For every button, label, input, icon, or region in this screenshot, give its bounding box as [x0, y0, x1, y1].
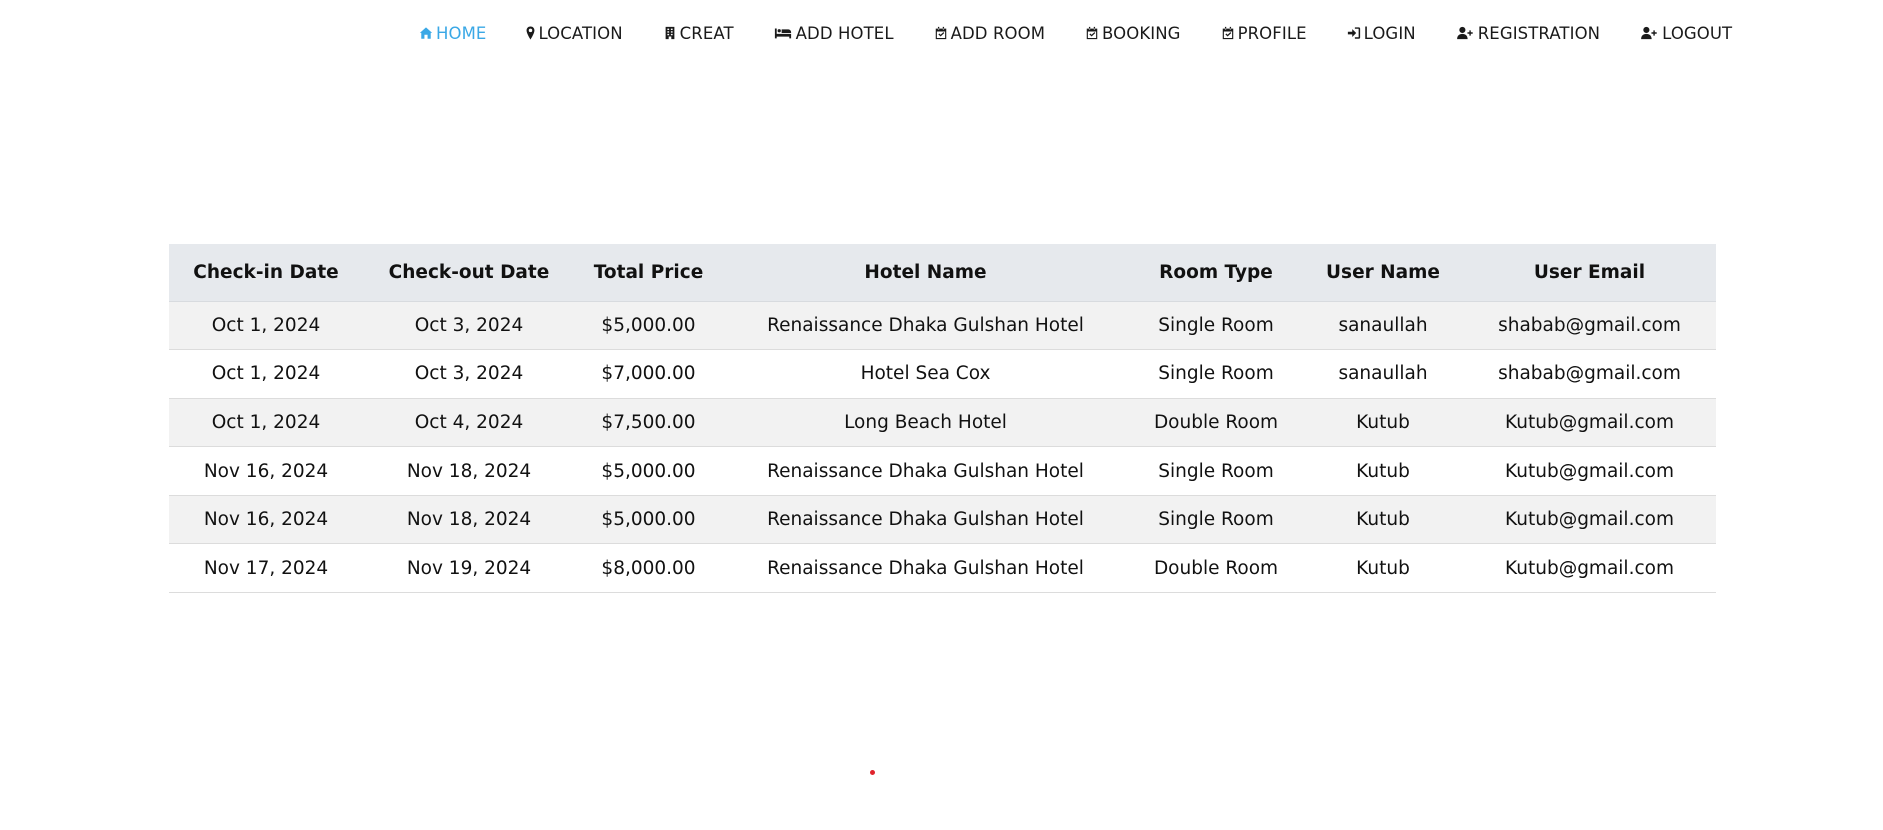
user-plus-icon [1456, 26, 1474, 40]
cell-user-name: Kutub [1303, 446, 1463, 496]
cell-user-email: Kutub@gmail.com [1463, 398, 1716, 448]
cell-check-in-date: Nov 17, 2024 [169, 543, 363, 594]
calendar-check-icon [1221, 26, 1235, 40]
cell-room-type: Single Room [1129, 349, 1303, 399]
table-row: Nov 17, 2024 Nov 19, 2024 $8,000.00 Rena… [169, 543, 1716, 594]
cell-total-price: $5,000.00 [575, 446, 722, 496]
nav-label: LOGIN [1363, 23, 1416, 43]
nav-label: LOGOUT [1662, 23, 1733, 43]
cell-user-email: Kutub@gmail.com [1463, 543, 1716, 594]
calendar-check-icon [1085, 26, 1099, 40]
cell-user-email: Kutub@gmail.com [1463, 495, 1716, 545]
nav-item-booking[interactable]: BOOKING [1085, 24, 1181, 43]
cell-user-name: Kutub [1303, 543, 1463, 594]
cell-check-in-date: Oct 1, 2024 [169, 349, 363, 399]
header-room-type: Room Type [1129, 244, 1303, 302]
nav-item-add-room[interactable]: ADD ROOM [934, 24, 1045, 43]
cell-hotel-name: Renaissance Dhaka Gulshan Hotel [722, 446, 1129, 496]
header-check-out-date: Check-out Date [363, 244, 575, 302]
cell-check-out-date: Oct 3, 2024 [363, 349, 575, 399]
table-row: Nov 16, 2024 Nov 18, 2024 $5,000.00 Rena… [169, 446, 1716, 496]
nav-item-creat[interactable]: CREAT [663, 24, 734, 43]
cell-user-name: Kutub [1303, 398, 1463, 448]
cell-hotel-name: Long Beach Hotel [722, 398, 1129, 448]
nav-label: PROFILE [1237, 23, 1307, 43]
cell-user-name: Kutub [1303, 495, 1463, 545]
nav-item-add-hotel[interactable]: ADD HOTEL [774, 24, 894, 43]
cell-room-type: Double Room [1129, 398, 1303, 448]
nav-label: ADD ROOM [950, 23, 1046, 43]
table-row: Oct 1, 2024 Oct 3, 2024 $7,000.00 Hotel … [169, 349, 1716, 399]
nav-label: BOOKING [1102, 23, 1181, 43]
bed-icon [774, 26, 792, 40]
cell-check-in-date: Nov 16, 2024 [169, 446, 363, 496]
cell-user-name: sanaullah [1303, 301, 1463, 351]
cell-user-email: Kutub@gmail.com [1463, 446, 1716, 496]
cell-room-type: Double Room [1129, 543, 1303, 594]
nav-label: CREAT [679, 23, 734, 43]
cell-hotel-name: Hotel Sea Cox [722, 349, 1129, 399]
map-marker-icon [526, 26, 535, 40]
cell-check-in-date: Nov 16, 2024 [169, 495, 363, 545]
table-header: Check-in Date Check-out Date Total Price… [169, 244, 1716, 302]
cell-user-email: shabab@gmail.com [1463, 349, 1716, 399]
table-body: Oct 1, 2024 Oct 3, 2024 $5,000.00 Renais… [169, 301, 1716, 594]
cell-hotel-name: Renaissance Dhaka Gulshan Hotel [722, 495, 1129, 545]
cell-total-price: $7,500.00 [575, 398, 722, 448]
loading-dot [870, 770, 875, 775]
nav-item-login[interactable]: LOGIN [1347, 24, 1416, 43]
bookings-table-container: Check-in Date Check-out Date Total Price… [169, 244, 1716, 594]
sign-in-icon [1347, 26, 1361, 40]
header-row: Check-in Date Check-out Date Total Price… [169, 244, 1716, 302]
nav-label: LOCATION [538, 23, 623, 43]
cell-room-type: Single Room [1129, 446, 1303, 496]
cell-check-out-date: Nov 19, 2024 [363, 543, 575, 594]
cell-user-email: shabab@gmail.com [1463, 301, 1716, 351]
nav-item-profile[interactable]: PROFILE [1221, 24, 1307, 43]
user-plus-icon [1640, 26, 1658, 40]
cell-total-price: $5,000.00 [575, 495, 722, 545]
calendar-check-icon [934, 26, 948, 40]
header-user-email: User Email [1463, 244, 1716, 302]
cell-hotel-name: Renaissance Dhaka Gulshan Hotel [722, 301, 1129, 351]
nav-label: HOME [436, 23, 487, 43]
top-nav: HOME LOCATION CREAT ADD HOTEL ADD ROOM B… [419, 18, 1732, 48]
bookings-table: Check-in Date Check-out Date Total Price… [169, 244, 1716, 594]
nav-item-location[interactable]: LOCATION [526, 23, 623, 43]
cell-user-name: sanaullah [1303, 349, 1463, 399]
header-hotel-name: Hotel Name [722, 244, 1129, 302]
cell-check-in-date: Oct 1, 2024 [169, 398, 363, 448]
header-total-price: Total Price [575, 244, 722, 302]
nav-label: ADD HOTEL [795, 23, 894, 43]
table-row: Nov 16, 2024 Nov 18, 2024 $5,000.00 Rena… [169, 495, 1716, 545]
nav-item-home[interactable]: HOME [419, 24, 486, 43]
cell-total-price: $7,000.00 [575, 349, 722, 399]
cell-total-price: $5,000.00 [575, 301, 722, 351]
header-user-name: User Name [1303, 244, 1463, 302]
building-icon [663, 26, 677, 40]
cell-check-out-date: Oct 4, 2024 [363, 398, 575, 448]
table-row: Oct 1, 2024 Oct 4, 2024 $7,500.00 Long B… [169, 398, 1716, 448]
home-icon [419, 26, 433, 40]
cell-check-out-date: Nov 18, 2024 [363, 446, 575, 496]
cell-room-type: Single Room [1129, 301, 1303, 351]
cell-hotel-name: Renaissance Dhaka Gulshan Hotel [722, 543, 1129, 594]
cell-check-out-date: Nov 18, 2024 [363, 495, 575, 545]
cell-total-price: $8,000.00 [575, 543, 722, 594]
nav-item-registration[interactable]: REGISTRATION [1456, 24, 1600, 43]
cell-check-out-date: Oct 3, 2024 [363, 301, 575, 351]
table-row: Oct 1, 2024 Oct 3, 2024 $5,000.00 Renais… [169, 301, 1716, 351]
cell-room-type: Single Room [1129, 495, 1303, 545]
cell-check-in-date: Oct 1, 2024 [169, 301, 363, 351]
header-check-in-date: Check-in Date [169, 244, 363, 302]
nav-item-logout[interactable]: LOGOUT [1640, 24, 1732, 43]
nav-label: REGISTRATION [1477, 23, 1601, 43]
